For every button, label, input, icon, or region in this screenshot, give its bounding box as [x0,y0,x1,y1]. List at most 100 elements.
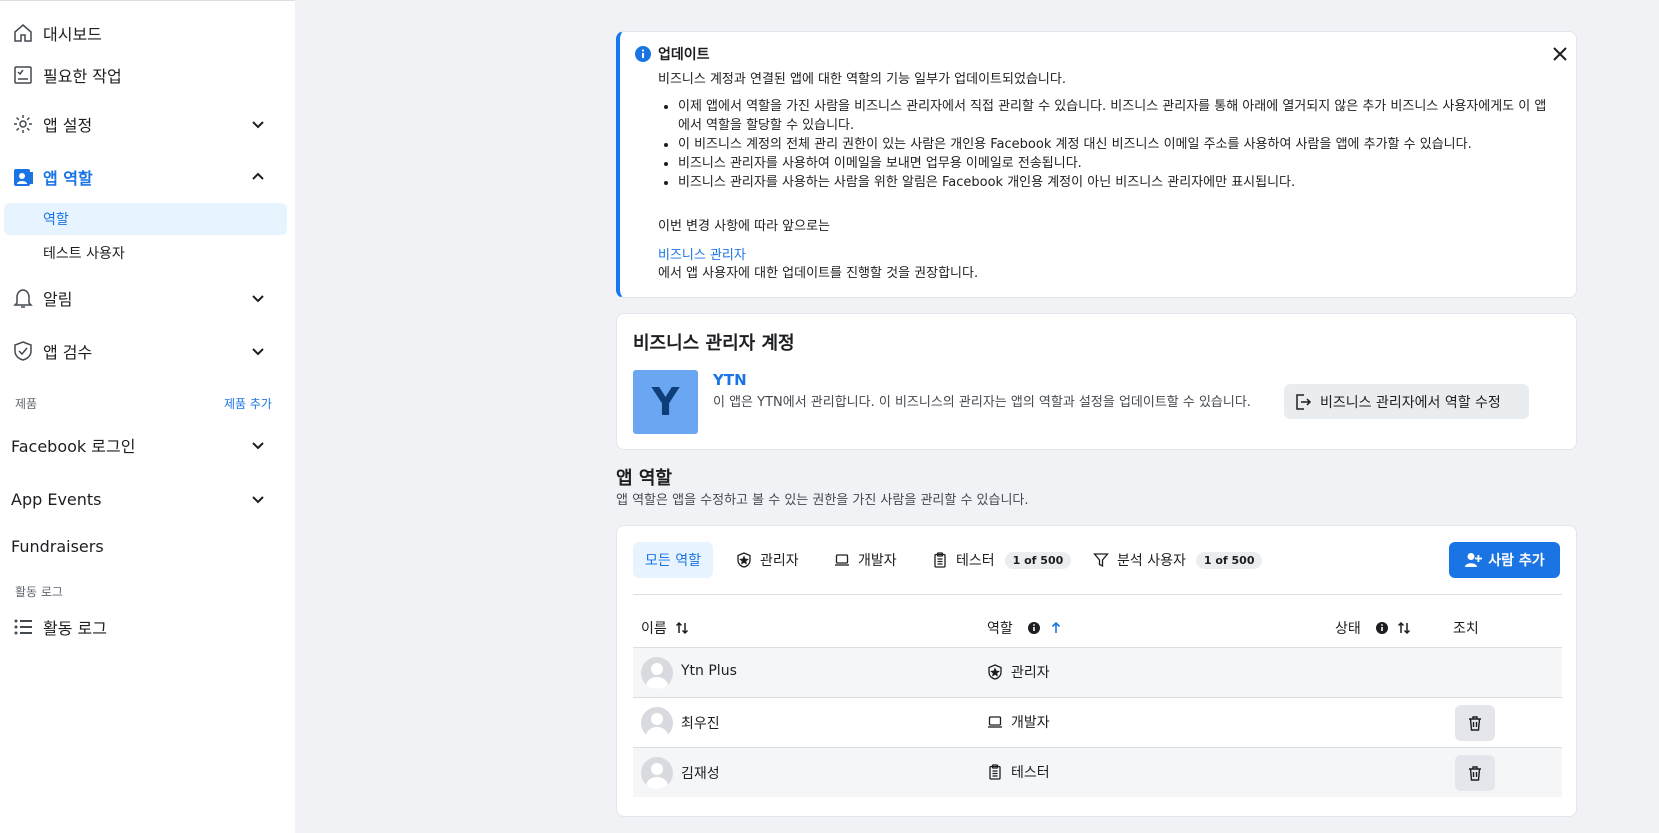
bell-icon [11,286,35,310]
sidebar-item-label: 필요한 작업 [43,67,122,86]
add-people-button[interactable]: 사람 추가 [1449,542,1560,578]
column-header-label: 이름 [641,621,667,637]
chevron-up-icon [252,172,264,180]
tab-admin[interactable]: 관리자 [736,542,799,578]
business-manager-link[interactable]: 비즈니스 관리자 [658,244,746,263]
tab-label: 테스터 [956,553,995,569]
column-header-status[interactable]: 상태 [1335,618,1411,638]
sidebar-item-label: 활동 로그 [43,619,107,638]
tab-analytics-users[interactable]: 분석 사용자 1 of 500 [1093,542,1263,578]
roles-subtitle: 앱 역할은 앱을 수정하고 볼 수 있는 권한을 가진 사람을 관리할 수 있습… [616,493,1029,508]
list-icon [11,615,35,639]
edit-roles-label: 비즈니스 관리자에서 역할 수정 [1320,394,1501,411]
sidebar-item-app-settings[interactable]: 앱 설정 [0,106,295,142]
delete-button[interactable] [1455,705,1495,741]
tab-label: 관리자 [760,553,799,569]
notice-bullet: 비즈니스 관리자를 사용하여 이메일을 보내면 업무용 이메일로 전송됩니다. [658,154,1558,173]
sidebar-item-activity-log[interactable]: 활동 로그 [0,609,295,645]
tab-tester[interactable]: 테스터 1 of 500 [932,542,1072,578]
notice-title: 업데이트 [658,47,710,63]
chevron-down-icon [252,442,264,450]
column-header-label: 역할 [987,621,1013,637]
notice-bullet: 이 비즈니스 계정의 전체 관리 권한이 있는 사람은 개인용 Facebook… [658,135,1558,154]
trash-icon [1469,716,1481,731]
notice-after-list: 이번 변경 사항에 따라 앞으로는 [658,219,831,234]
activity-log-section-label: 활동 로그 [15,585,63,599]
row-role: 개발자 [987,712,1050,732]
edit-roles-in-business-manager-button[interactable]: 비즈니스 관리자에서 역할 수정 [1284,384,1529,419]
sidebar-item-required-actions[interactable]: 필요한 작업 [0,57,295,93]
add-person-icon [1465,553,1483,567]
sidebar-item-app-events[interactable]: App Events [0,481,295,517]
notice-intro: 비즈니스 계정과 연결된 앱에 대한 역할의 기능 일부가 업데이트되었습니다. [658,72,1066,87]
tab-all-roles[interactable]: 모든 역할 [633,542,713,578]
analytics-count-badge: 1 of 500 [1195,551,1263,569]
sidebar-item-roles[interactable]: 역할 [4,203,287,235]
row-role-label: 테스터 [1011,765,1050,781]
info-icon [635,46,651,62]
sidebar-item-label: 역할 [43,212,69,228]
column-header-actions: 조치 [1453,618,1479,638]
tab-developer[interactable]: 개발자 [834,542,897,578]
column-header-name[interactable]: 이름 [641,618,689,638]
sidebar-item-fundraisers[interactable]: Fundraisers [11,537,104,556]
checklist-icon [11,63,35,87]
row-role-label: 개발자 [1011,715,1050,731]
sidebar-item-app-roles[interactable]: 앱 역할 [0,159,295,195]
sidebar-item-alerts[interactable]: 알림 [0,280,295,316]
chevron-down-icon [252,348,264,356]
chevron-down-icon [252,121,264,129]
shield-star-icon [737,552,751,568]
business-name-link[interactable]: YTN [713,371,747,389]
row-name: 최우진 [681,716,720,732]
clipboard-icon [934,552,946,568]
business-description: 이 앱은 YTN에서 관리합니다. 이 비즈니스의 관리자는 앱의 역할과 설정… [713,395,1251,410]
sidebar-item-app-review[interactable]: 앱 검수 [0,333,295,369]
products-section-label: 제품 [15,397,38,411]
delete-button[interactable] [1455,755,1495,791]
tabs-divider [633,594,1562,595]
add-people-label: 사람 추가 [1488,553,1545,569]
sidebar-item-label: 앱 설정 [43,116,93,135]
row-name: Ytn Plus [681,663,737,679]
roles-title: 앱 역할 [616,468,672,489]
sidebar-item-label: App Events [11,489,102,509]
row-name: 김재성 [681,766,720,782]
sidebar-item-label: Facebook 로그인 [11,437,136,456]
sidebar-item-label: 대시보드 [43,25,102,44]
table-row[interactable]: 김재성 테스터 [633,747,1562,797]
row-role-label: 관리자 [1011,665,1050,681]
shield-check-icon [11,339,35,363]
tester-count-badge: 1 of 500 [1004,551,1072,569]
column-header-label: 상태 [1335,621,1361,637]
sidebar: 대시보드 필요한 작업 앱 설정 앱 역할 역할 테스트 사용자 알림 앱 검수… [0,0,295,833]
notice-bullet: 비즈니스 관리자를 사용하는 사람을 위한 알림은 Facebook 개인용 계… [658,173,1558,192]
clipboard-icon [989,764,1001,780]
close-icon[interactable] [1551,45,1569,63]
update-notice: 업데이트 비즈니스 계정과 연결된 앱에 대한 역할의 기능 일부가 업데이트되… [616,31,1577,298]
sidebar-item-facebook-login[interactable]: Facebook 로그인 [0,427,295,463]
sidebar-item-label: 앱 검수 [43,343,93,362]
row-role: 테스터 [987,762,1050,782]
column-header-label: 조치 [1453,621,1479,637]
laptop-icon [835,554,849,566]
sidebar-item-dashboard[interactable]: 대시보드 [0,15,295,51]
sidebar-item-test-users[interactable]: 테스트 사용자 [4,237,287,269]
business-account-heading: 비즈니스 관리자 계정 [633,333,795,354]
info-icon [1027,622,1040,634]
avatar [641,757,673,789]
chevron-down-icon [252,496,264,504]
sort-icon [1397,621,1410,635]
home-icon [11,21,35,45]
shield-star-icon [988,664,1002,680]
tab-label: 분석 사용자 [1117,553,1186,569]
table-row[interactable]: Ytn Plus 관리자 [633,647,1562,697]
table-row[interactable]: 최우진 개발자 [633,697,1562,747]
column-header-role[interactable]: 역할 [987,618,1063,638]
trash-icon [1469,766,1481,781]
add-product-link[interactable]: 제품 추가 [224,395,272,412]
roles-table-card: 모든 역할 관리자 개발자 테스터 1 of 500 분석 사용자 1 of 5… [616,525,1577,817]
person-badge-icon [11,165,35,189]
info-icon [1375,622,1388,634]
laptop-icon [988,716,1002,728]
